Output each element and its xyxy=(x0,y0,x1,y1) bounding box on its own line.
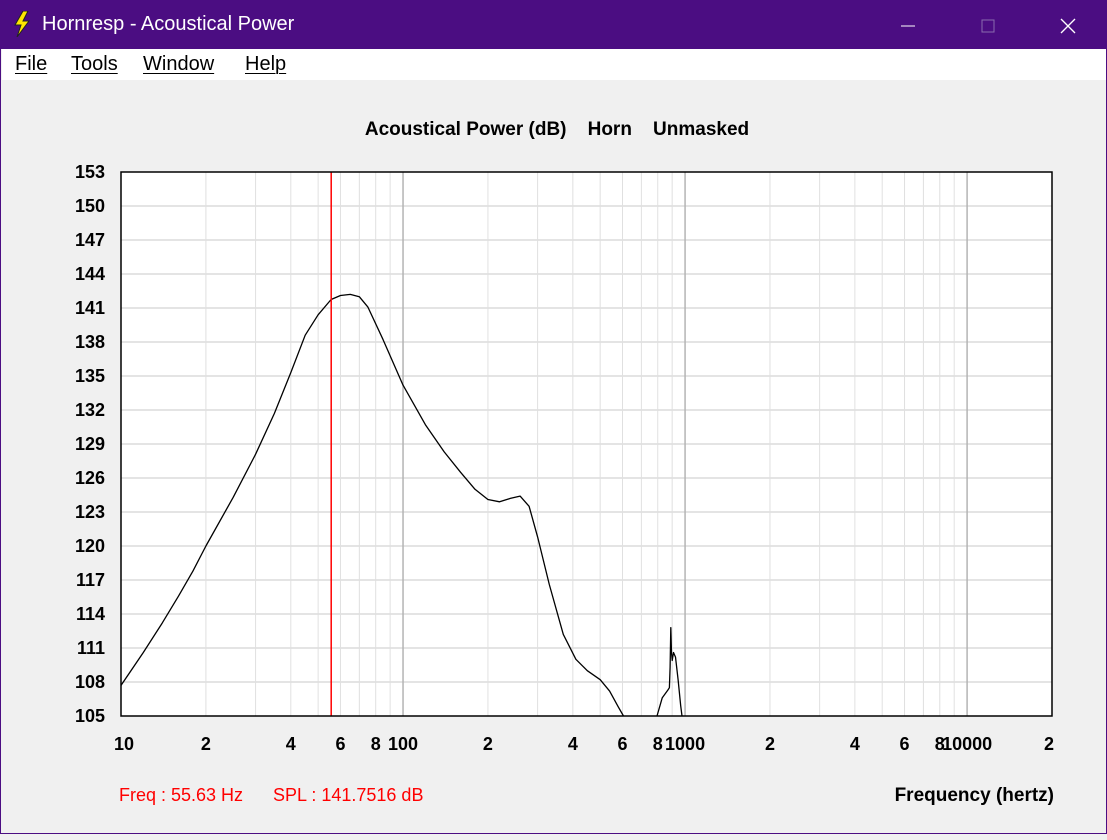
chart-area: 153 150 147 144 141 138 135 132 129 126 123 120 117 1… xyxy=(1,81,1107,835)
x-tick-label: 2 xyxy=(483,734,493,754)
x-tick-label: 4 xyxy=(850,734,860,754)
y-tick-label: 150 xyxy=(75,196,105,216)
x-tick-label: 2 xyxy=(765,734,775,754)
x-tick-label: 1000 xyxy=(665,734,705,754)
y-tick-label: 144 xyxy=(75,264,105,284)
y-tick-labels: 153 150 147 144 141 138 135 132 129 126 123 120 117 1… xyxy=(75,162,105,726)
maximize-icon xyxy=(981,19,995,33)
maximize-button[interactable] xyxy=(948,1,1028,49)
minimize-icon xyxy=(901,25,915,27)
minimize-button[interactable] xyxy=(868,1,948,49)
y-tick-label: 117 xyxy=(76,570,105,590)
x-tick-label: 6 xyxy=(900,734,910,754)
y-tick-label: 132 xyxy=(75,400,105,420)
app-window: Hornresp - Acoustical Power File Tools W… xyxy=(0,0,1107,834)
y-tick-label: 141 xyxy=(75,298,105,318)
title-bar[interactable]: Hornresp - Acoustical Power xyxy=(1,1,1106,49)
x-tick-label: 6 xyxy=(335,734,345,754)
y-tick-label: 123 xyxy=(75,502,105,522)
y-tick-label: 111 xyxy=(77,638,105,658)
x-tick-label: 10 xyxy=(114,734,134,754)
x-tick-label: 4 xyxy=(568,734,578,754)
x-tick-label: 4 xyxy=(286,734,296,754)
x-tick-labels: 10 2 4 6 8 100 2 4 6 8 1000 2 4 6 810000 2 xyxy=(114,734,1054,754)
x-axis-label: Frequency (hertz) xyxy=(895,785,1054,806)
y-tick-label: 153 xyxy=(75,162,105,182)
y-tick-label: 108 xyxy=(75,672,105,692)
menu-help[interactable]: Help xyxy=(245,53,286,76)
x-tick-label: 2 xyxy=(1044,734,1054,754)
close-button[interactable] xyxy=(1028,1,1107,49)
frequency-readout: Freq : 55.63 Hz xyxy=(119,785,243,805)
y-tick-label: 126 xyxy=(75,468,105,488)
close-icon xyxy=(1060,18,1076,34)
x-tick-label: 6 xyxy=(617,734,627,754)
y-tick-label: 105 xyxy=(75,706,105,726)
x-tick-label: 8 xyxy=(653,734,663,754)
menu-tools[interactable]: Tools xyxy=(71,53,118,76)
x-tick-label: 8 xyxy=(371,734,381,754)
chart-title: Acoustical Power (dB) Horn Unmasked xyxy=(365,119,749,140)
y-tick-label: 120 xyxy=(75,536,105,556)
menu-window[interactable]: Window xyxy=(143,53,214,76)
y-tick-label: 114 xyxy=(76,604,105,624)
menu-file[interactable]: File xyxy=(15,53,47,76)
y-tick-label: 147 xyxy=(75,230,105,250)
y-tick-label: 138 xyxy=(75,332,105,352)
menu-bar: File Tools Window Help xyxy=(2,49,1106,80)
acoustical-power-chart[interactable]: 153 150 147 144 141 138 135 132 129 126 123 120 117 1… xyxy=(1,81,1107,835)
x-tick-label: 2 xyxy=(201,734,211,754)
window-title: Hornresp - Acoustical Power xyxy=(42,13,295,35)
y-tick-label: 135 xyxy=(75,366,105,386)
x-tick-label: 10000 xyxy=(942,734,992,754)
spl-readout: SPL : 141.7516 dB xyxy=(273,785,423,805)
lightning-icon xyxy=(14,11,30,37)
y-tick-label: 129 xyxy=(75,434,105,454)
x-tick-label: 100 xyxy=(388,734,418,754)
